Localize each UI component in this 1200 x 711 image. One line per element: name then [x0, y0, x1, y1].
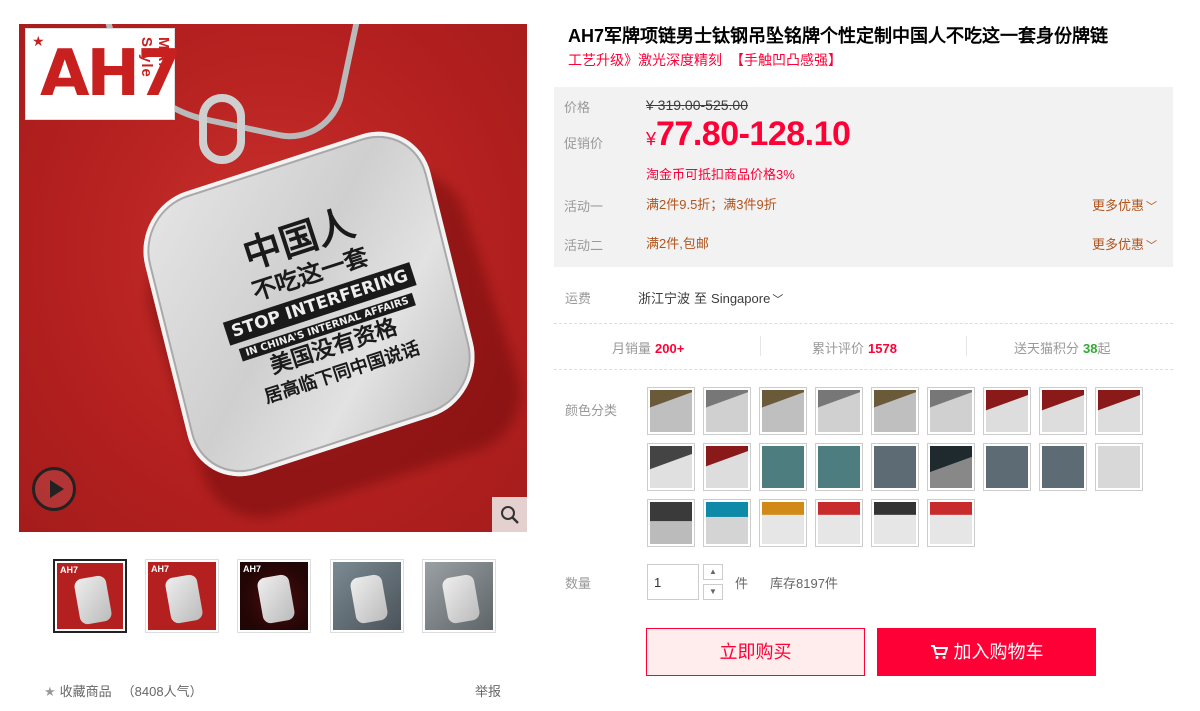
color-swatch[interactable]: [1039, 443, 1087, 491]
more-discounts-2[interactable]: 更多优惠 ﹀: [1092, 234, 1157, 253]
quantity-unit: 件: [735, 576, 749, 591]
activity-2-label: 活动二: [564, 238, 604, 253]
collect-product-link[interactable]: ★ 收藏商品 （8408人气）: [44, 681, 203, 700]
sales-stats: 月销量 200+ 累计评价 1578 送天猫积分 38起: [554, 336, 1173, 358]
color-swatch[interactable]: [815, 387, 863, 435]
zoom-button[interactable]: [492, 497, 527, 532]
chevron-down-icon: ﹀: [1146, 201, 1157, 213]
color-swatch[interactable]: [703, 387, 751, 435]
activity-1-text: 满2件9.5折；满3件9折: [646, 197, 777, 212]
add-to-cart-button[interactable]: 加入购物车: [877, 628, 1096, 676]
review-count[interactable]: 累计评价 1578: [812, 338, 897, 357]
thumbnail-5[interactable]: [422, 559, 496, 633]
promo-price: ¥77.80-128.10: [646, 115, 851, 153]
color-swatch[interactable]: [871, 387, 919, 435]
color-category-label: 颜色分类: [565, 403, 618, 418]
chevron-down-icon: ﹀: [1146, 240, 1157, 252]
activity-2-text: 满2件,包邮: [646, 236, 709, 251]
product-subtitle: 工艺升级》激光深度精刻 【手触凹凸感强】: [568, 52, 842, 68]
color-swatch[interactable]: [703, 443, 751, 491]
stock-count: 库存8197件: [770, 576, 838, 591]
color-swatch[interactable]: [759, 387, 807, 435]
more-discounts-1[interactable]: 更多优惠 ﹀: [1092, 195, 1157, 214]
star-icon: ★: [44, 684, 56, 699]
chevron-down-icon: ﹀: [772, 294, 784, 306]
report-link[interactable]: 举报: [475, 681, 501, 700]
product-title: AH7军牌项链男士钛钢吊坠铭牌个性定制中国人不吃这一套身份牌链: [568, 26, 1109, 46]
color-swatch[interactable]: [983, 387, 1031, 435]
color-swatch[interactable]: [1039, 387, 1087, 435]
quantity-increase-button[interactable]: ▲: [703, 564, 723, 580]
color-swatch[interactable]: [759, 499, 807, 547]
destination-select[interactable]: Singapore ﹀: [711, 291, 783, 306]
price-label: 价格: [564, 100, 591, 115]
popularity-count: （8408人气）: [121, 684, 203, 699]
quantity-input[interactable]: [647, 564, 699, 600]
buy-now-button[interactable]: 立即购买: [646, 628, 865, 676]
thumbnail-1[interactable]: AH7: [53, 559, 127, 633]
divider: [554, 323, 1173, 324]
quantity-decrease-button[interactable]: ▼: [703, 584, 723, 600]
color-swatch[interactable]: [927, 443, 975, 491]
color-swatch[interactable]: [647, 387, 695, 435]
shipping-route: 浙江宁波至 Singapore ﹀: [638, 291, 784, 306]
activity-1-label: 活动一: [564, 199, 604, 214]
divider: [554, 369, 1173, 370]
color-swatch[interactable]: [927, 499, 975, 547]
price-panel: 价格 ¥ 319.00-525.00 促销价 ¥77.80-128.10 淘金币…: [554, 87, 1173, 267]
chain-ring: [199, 94, 245, 164]
original-price: ¥ 319.00-525.00: [646, 97, 748, 113]
color-swatch[interactable]: [983, 443, 1031, 491]
color-swatch[interactable]: [871, 443, 919, 491]
tmall-points: 送天猫积分 38起: [1014, 341, 1111, 356]
promo-price-label: 促销价: [564, 136, 604, 151]
thumbnail-2[interactable]: AH7: [145, 559, 219, 633]
color-swatch[interactable]: [703, 499, 751, 547]
coin-discount-note: 淘金币可抵扣商品价格3%: [646, 167, 795, 182]
color-swatch[interactable]: [759, 443, 807, 491]
thumbnail-4[interactable]: [330, 559, 404, 633]
color-swatch[interactable]: [927, 387, 975, 435]
monthly-sales: 月销量 200+: [612, 341, 685, 356]
shipping-label: 运费: [565, 291, 592, 306]
play-video-icon[interactable]: [32, 467, 76, 511]
brand-logo: ★ AH7 MAN Style: [25, 28, 182, 120]
color-swatch[interactable]: [647, 443, 695, 491]
color-swatch[interactable]: [871, 499, 919, 547]
color-swatch[interactable]: [1095, 387, 1143, 435]
cart-icon: [930, 644, 948, 659]
color-swatch[interactable]: [1095, 443, 1143, 491]
color-swatch[interactable]: [815, 443, 863, 491]
color-swatch[interactable]: [815, 499, 863, 547]
main-product-image[interactable]: 中国人 不吃这一套 STOP INTERFERING IN CHINA'S IN…: [19, 24, 527, 532]
thumbnail-3[interactable]: AH7: [237, 559, 311, 633]
quantity-label: 数量: [565, 576, 592, 591]
magnifier-icon: [501, 506, 519, 524]
color-swatch[interactable]: [647, 499, 695, 547]
